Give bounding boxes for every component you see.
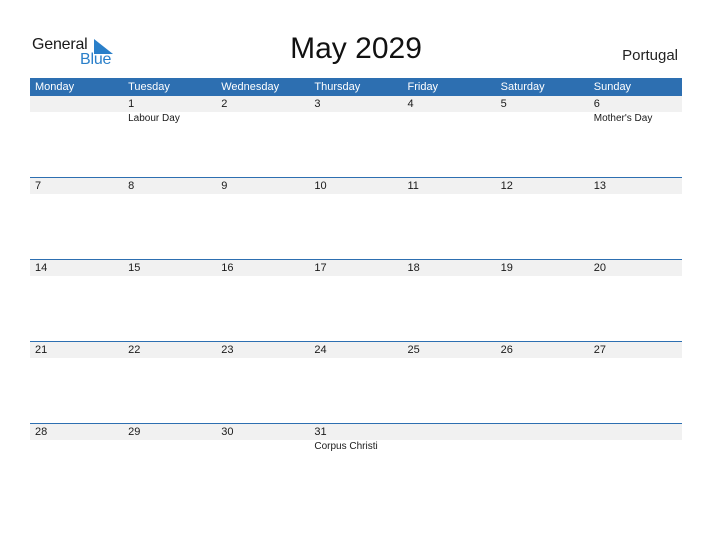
week-row: 1 Labour Day 2 3 4 5 6 Mother's Day <box>30 96 682 177</box>
day-number: 10 <box>314 180 327 192</box>
day-cell: 1 Labour Day <box>123 96 216 125</box>
weekday-thursday: Thursday <box>314 81 361 93</box>
holiday-label: Mother's Day <box>593 113 653 124</box>
day-number: 12 <box>500 180 513 192</box>
country-label: Portugal <box>622 47 678 64</box>
day-cell: 19 <box>496 260 589 276</box>
day-number: 30 <box>221 426 234 438</box>
day-cell: 31 Corpus Christi <box>309 424 402 453</box>
day-cell: 5 <box>496 96 589 125</box>
day-number: 20 <box>593 262 606 274</box>
day-number: 16 <box>221 262 234 274</box>
day-cell: 20 <box>589 260 682 276</box>
day-cell: 28 <box>30 424 123 453</box>
day-cell: 23 <box>216 342 309 358</box>
day-number: 2 <box>221 98 228 110</box>
day-number: 22 <box>128 344 141 356</box>
weekday-sunday: Sunday <box>593 81 632 93</box>
week-row: 21 22 23 24 25 26 27 <box>30 341 682 423</box>
week-cells: 28 29 30 31 Corpus Christi <box>30 424 682 453</box>
day-number <box>501 424 589 440</box>
day-cell: 29 <box>123 424 216 453</box>
day-cell: 2 <box>216 96 309 125</box>
day-cell: 13 <box>589 178 682 194</box>
day-cell: 10 <box>309 178 402 194</box>
week-cells: 21 22 23 24 25 26 27 <box>30 342 682 358</box>
day-cell: 17 <box>309 260 402 276</box>
weekday-saturday: Saturday <box>500 81 545 93</box>
day-number: 15 <box>128 262 141 274</box>
weekday-friday: Friday <box>407 81 439 93</box>
weekday-monday: Monday <box>35 81 75 93</box>
day-number: 14 <box>35 262 48 274</box>
day-cell: 21 <box>30 342 123 358</box>
day-number: 1 <box>128 98 135 110</box>
day-number: 29 <box>128 426 141 438</box>
day-cell: 14 <box>30 260 123 276</box>
week-cells: 1 Labour Day 2 3 4 5 6 Mother's Day <box>30 96 682 125</box>
day-cell: 8 <box>123 178 216 194</box>
day-number <box>594 424 682 440</box>
day-cell: 4 <box>403 96 496 125</box>
day-number: 11 <box>407 180 419 192</box>
day-cell: 18 <box>403 260 496 276</box>
day-number: 3 <box>314 98 321 110</box>
day-cell: 15 <box>123 260 216 276</box>
day-number: 25 <box>407 344 420 356</box>
day-cell: 27 <box>589 342 682 358</box>
day-cell: 9 <box>216 178 309 194</box>
week-cells: 14 15 16 17 18 19 20 <box>30 260 682 276</box>
day-number <box>408 424 496 440</box>
day-number: 13 <box>593 180 606 192</box>
weeks-container: 1 Labour Day 2 3 4 5 6 Mother's Day 7 8 9 10 11 12 13 1… <box>30 96 682 505</box>
day-number: 28 <box>35 426 48 438</box>
day-number <box>35 96 123 112</box>
week-row: 28 29 30 31 Corpus Christi <box>30 423 682 505</box>
page-title: May 2029 <box>290 32 422 65</box>
day-number: 26 <box>500 344 513 356</box>
calendar-grid: Monday Tuesday Wednesday Thursday Friday… <box>30 78 682 505</box>
day-number: 23 <box>221 344 234 356</box>
holiday-label: Labour Day <box>128 113 180 124</box>
weekday-wednesday: Wednesday <box>221 81 280 93</box>
day-cell: 16 <box>216 260 309 276</box>
day-cell: 26 <box>496 342 589 358</box>
day-number: 5 <box>500 98 507 110</box>
day-number: 21 <box>35 344 48 356</box>
day-cell: 22 <box>123 342 216 358</box>
day-cell: 11 <box>403 178 496 194</box>
day-cell <box>403 424 496 453</box>
weekday-tuesday: Tuesday <box>128 81 170 93</box>
holiday-label: Corpus Christi <box>314 441 378 452</box>
day-cell: 24 <box>309 342 402 358</box>
day-number: 8 <box>128 180 135 192</box>
week-cells: 7 8 9 10 11 12 13 <box>30 178 682 194</box>
day-number: 9 <box>221 180 228 192</box>
day-number: 19 <box>500 262 513 274</box>
day-number: 6 <box>593 98 600 110</box>
day-number: 18 <box>407 262 420 274</box>
day-number: 27 <box>593 344 606 356</box>
weekday-header: Monday Tuesday Wednesday Thursday Friday… <box>30 78 682 96</box>
day-cell: 7 <box>30 178 123 194</box>
day-cell: 3 <box>309 96 402 125</box>
day-number: 17 <box>314 262 327 274</box>
day-cell: 30 <box>216 424 309 453</box>
day-cell <box>589 424 682 453</box>
day-number: 7 <box>35 180 42 192</box>
day-cell: 12 <box>496 178 589 194</box>
week-row: 14 15 16 17 18 19 20 <box>30 259 682 341</box>
day-cell: 6 Mother's Day <box>589 96 682 125</box>
day-cell <box>496 424 589 453</box>
day-cell <box>30 96 123 125</box>
day-number: 4 <box>407 98 414 110</box>
day-number: 24 <box>314 344 327 356</box>
week-row: 7 8 9 10 11 12 13 <box>30 177 682 259</box>
day-number: 31 <box>314 426 327 438</box>
day-cell: 25 <box>403 342 496 358</box>
